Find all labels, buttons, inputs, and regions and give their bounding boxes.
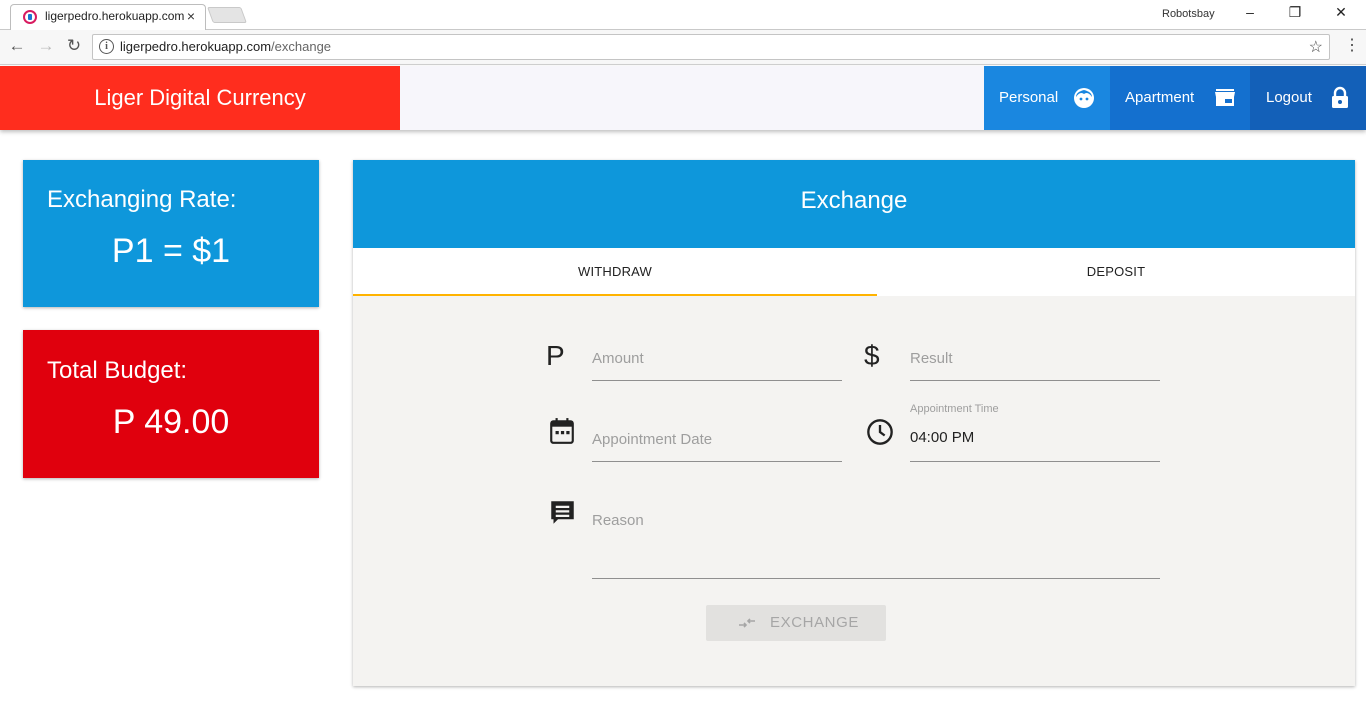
dollar-icon: $: [864, 340, 880, 371]
site-favicon-icon: [23, 10, 37, 24]
exchange-panel-title: Exchange: [353, 160, 1355, 248]
tab-title: ligerpedro.herokuapp.com: [45, 9, 185, 23]
appointment-date-placeholder: Appointment Date: [592, 431, 713, 448]
bookmark-star-icon[interactable]: ☆: [1309, 37, 1323, 57]
url-text: ligerpedro.herokuapp.com/exchange: [120, 39, 331, 54]
peso-icon: P: [546, 340, 565, 371]
exchange-rate-value: P1 = $1: [111, 232, 231, 270]
calendar-icon: [550, 418, 574, 444]
clock-icon: [867, 419, 893, 445]
profile-name[interactable]: Robotsbay: [1162, 8, 1215, 20]
appointment-time-label: Appointment Time: [910, 403, 999, 415]
new-tab-button[interactable]: [207, 7, 247, 23]
tab-close-icon[interactable]: ×: [187, 8, 195, 24]
amount-input[interactable]: Amount: [592, 344, 842, 381]
brand-title[interactable]: Liger Digital Currency: [0, 66, 400, 130]
store-icon: [1215, 89, 1235, 106]
exchange-button-label: EXCHANGE: [770, 614, 859, 631]
reload-icon[interactable]: ↻: [63, 36, 85, 56]
exchange-tabs: WITHDRAW DEPOSIT: [353, 248, 1355, 296]
appointment-time-input[interactable]: Appointment Time 04:00 PM: [910, 403, 1160, 462]
browser-tab[interactable]: ligerpedro.herokuapp.com ×: [10, 4, 206, 31]
nav-apartment[interactable]: Apartment: [1110, 66, 1250, 130]
minimize-icon[interactable]: –: [1240, 4, 1260, 20]
app-header: Liger Digital Currency Personal Apartmen…: [0, 66, 1366, 130]
tab-active-indicator: [353, 294, 877, 296]
nav-logout[interactable]: Logout: [1250, 66, 1366, 130]
tab-withdraw[interactable]: WITHDRAW: [353, 248, 877, 296]
url-host: ligerpedro.herokuapp.com: [120, 39, 272, 54]
tab-deposit[interactable]: DEPOSIT: [877, 248, 1355, 296]
amount-placeholder: Amount: [592, 350, 644, 367]
result-placeholder: Result: [910, 350, 953, 367]
site-info-icon[interactable]: i: [99, 39, 114, 54]
total-budget-value: P 49.00: [112, 403, 230, 441]
nav-personal[interactable]: Personal: [984, 66, 1110, 130]
nav-logout-label: Logout: [1266, 89, 1312, 106]
restore-icon[interactable]: ❐: [1285, 4, 1305, 21]
browser-toolbar: ← → ↻ i ligerpedro.herokuapp.com/exchang…: [0, 30, 1366, 65]
exchange-rate-title: Exchanging Rate:: [47, 186, 237, 213]
face-icon: [1074, 88, 1094, 108]
address-bar[interactable]: i ligerpedro.herokuapp.com/exchange ☆: [92, 34, 1330, 60]
nav-personal-label: Personal: [999, 89, 1059, 106]
total-budget-card: Total Budget: P 49.00: [23, 330, 319, 478]
url-path: /exchange: [271, 39, 332, 54]
comment-icon: [551, 501, 574, 524]
back-icon[interactable]: ←: [6, 36, 28, 56]
browser-tabstrip: ligerpedro.herokuapp.com × Robotsbay – ❐…: [0, 0, 1366, 31]
total-budget-title: Total Budget:: [47, 357, 188, 384]
forward-icon[interactable]: →: [35, 36, 57, 56]
browser-menu-icon[interactable]: ⋮: [1344, 35, 1360, 55]
compare-arrows-icon: [739, 618, 755, 628]
close-window-icon[interactable]: ✕: [1331, 4, 1351, 21]
appointment-time-value: 04:00 PM: [910, 429, 975, 446]
reason-placeholder: Reason: [592, 512, 644, 529]
appointment-date-input[interactable]: Appointment Date: [592, 425, 842, 462]
exchange-button[interactable]: EXCHANGE: [706, 605, 886, 641]
result-input[interactable]: Result: [910, 344, 1160, 381]
nav-apartment-label: Apartment: [1125, 89, 1195, 106]
reason-textarea[interactable]: Reason: [592, 506, 1160, 579]
lock-icon: [1332, 86, 1348, 108]
exchange-rate-card: Exchanging Rate: P1 = $1: [23, 160, 319, 307]
